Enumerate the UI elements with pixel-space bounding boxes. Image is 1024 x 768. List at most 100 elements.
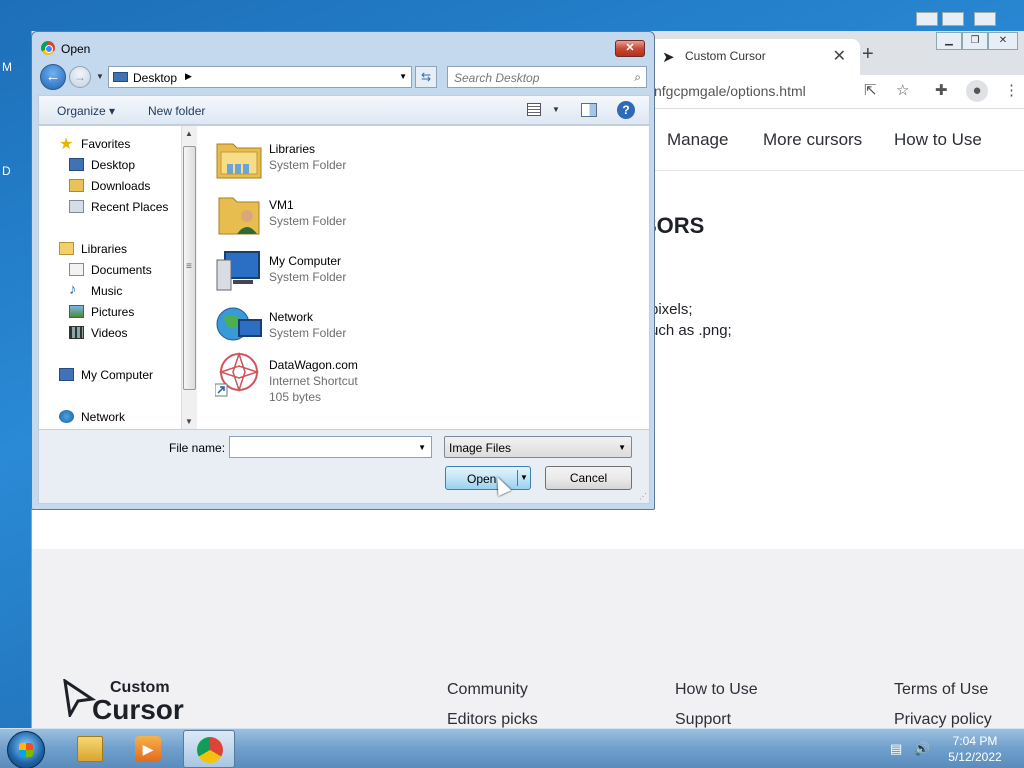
user-folder-icon (218, 197, 260, 235)
tree-label: Favorites (81, 137, 131, 151)
extensions-puzzle-icon[interactable]: ✚ (935, 81, 948, 99)
minimize-button[interactable]: ▁ (936, 32, 962, 50)
tree-label: Videos (91, 326, 128, 340)
organize-menu[interactable]: Organize ▾ (57, 104, 115, 118)
navigation-scrollbar[interactable]: ▲ ≡ ▼ (181, 126, 197, 429)
split-divider (517, 470, 518, 486)
preview-pane-icon[interactable] (581, 103, 597, 117)
file-type-select[interactable]: Image Files ▼ (444, 436, 632, 458)
scroll-up-icon[interactable]: ▲ (185, 129, 193, 138)
instruction-line: uch as .png; (650, 322, 732, 339)
recent-places-icon (69, 200, 84, 213)
dialog-footer: File name: ▼ Image Files ▼ Open ▼ Cancel… (38, 430, 650, 504)
footer-link-terms[interactable]: Terms of Use (894, 681, 988, 699)
taskbar-explorer[interactable] (64, 730, 116, 768)
pictures-icon (69, 305, 84, 318)
navigation-bar: ← → ▼ Desktop ▶ ▼ ⇆ Search Desktop ⌕ (38, 63, 650, 91)
logo-text-bottom: Cursor (92, 694, 184, 725)
new-folder-button[interactable]: New folder (148, 104, 205, 118)
file-name: My Computer (269, 254, 342, 268)
footer-link-support[interactable]: Support (675, 711, 731, 728)
cursor-logo-icon (63, 679, 96, 717)
file-item-datawagon[interactable]: DataWagon.com Internet Shortcut 105 byte… (215, 346, 515, 410)
file-name-dropdown-icon[interactable]: ▼ (418, 443, 426, 452)
command-bar: Organize ▾ New folder ▼ ? (38, 95, 650, 125)
address-bar[interactable]: nfgcpmgale/options.html (654, 83, 806, 99)
star-icon: ★ (59, 136, 74, 153)
help-icon[interactable]: ? (617, 101, 635, 119)
nav-manage[interactable]: Manage (667, 130, 728, 150)
share-icon[interactable]: ⇱ (864, 81, 877, 99)
file-type: System Folder (269, 158, 347, 172)
menu-kebab-icon[interactable]: ⋮ (1004, 81, 1019, 99)
address-dropdown-icon[interactable]: ▼ (399, 72, 407, 81)
taskbar-media-player[interactable]: ▶ (122, 730, 174, 768)
media-player-icon: ▶ (135, 736, 161, 762)
file-name: Libraries (269, 142, 316, 156)
cancel-button[interactable]: Cancel (545, 466, 632, 490)
breadcrumb-desktop[interactable]: Desktop (133, 71, 177, 85)
file-item-my-computer[interactable]: My Computer System Folder (215, 242, 515, 298)
network-icon (59, 410, 74, 423)
nav-how-to-use[interactable]: How to Use (894, 130, 982, 150)
scroll-down-icon[interactable]: ▼ (185, 417, 193, 426)
music-icon: ♪ (69, 281, 77, 298)
forward-button[interactable]: → (69, 66, 91, 88)
desktop-icon (113, 72, 128, 82)
open-options-dropdown-icon[interactable]: ▼ (520, 473, 528, 482)
desktop-icon (69, 158, 84, 171)
profile-avatar-icon[interactable]: ● (966, 80, 988, 102)
computer-icon (59, 368, 74, 381)
dialog-body: ★ Favorites Desktop Downloads Recent Pla… (38, 125, 650, 430)
view-dropdown-icon[interactable]: ▼ (552, 105, 560, 114)
tab-close-icon[interactable]: ✕ (833, 46, 846, 66)
file-item-vm1[interactable]: VM1 System Folder (215, 186, 515, 242)
start-button[interactable] (7, 731, 45, 768)
open-button[interactable]: Open ▼ (445, 466, 531, 490)
tree-label: Recent Places (91, 200, 169, 214)
new-tab-button[interactable]: + (862, 43, 874, 66)
change-view-icon[interactable] (527, 103, 541, 116)
instruction-line: pixels; (650, 301, 693, 318)
dialog-title: Open (61, 42, 91, 56)
libraries-folder-icon (216, 143, 262, 179)
maximize-button[interactable]: ❐ (962, 32, 988, 50)
network-tray-icon[interactable]: ▤ (890, 741, 902, 757)
file-type: System Folder (269, 214, 347, 228)
search-input[interactable]: Search Desktop ⌕ (447, 66, 647, 88)
volume-icon[interactable]: 🔊 (914, 741, 930, 757)
file-name: DataWagon.com (269, 358, 358, 372)
desktop-edge: M D (0, 0, 31, 728)
footer-link-community[interactable]: Community (447, 681, 528, 699)
site-footer: Custom Cursor Community Editors picks Ho… (32, 549, 1024, 728)
recent-locations-dropdown[interactable]: ▼ (96, 72, 104, 81)
refresh-button[interactable]: ⇆ (415, 66, 437, 88)
footer-link-privacy[interactable]: Privacy policy (894, 711, 992, 728)
tree-label: Downloads (91, 179, 151, 193)
network-globe-icon (216, 307, 262, 341)
nav-more-cursors[interactable]: More cursors (763, 130, 862, 150)
file-type-value: Image Files (449, 441, 512, 455)
address-breadcrumb[interactable]: Desktop ▶ ▼ (108, 66, 412, 88)
footer-link-editors-picks[interactable]: Editors picks (447, 711, 538, 728)
downloads-icon (69, 179, 84, 192)
taskbar-chrome[interactable] (183, 730, 235, 768)
dialog-close-button[interactable]: ✕ (615, 40, 645, 57)
footer-link-how-to-use[interactable]: How to Use (675, 681, 758, 699)
file-list: Libraries System Folder VM1 System Folde… (205, 126, 649, 429)
navigation-pane: ★ Favorites Desktop Downloads Recent Pla… (39, 126, 197, 429)
browser-tab[interactable]: ➤ Custom Cursor ✕ (650, 39, 860, 75)
file-name-input[interactable]: ▼ (229, 436, 432, 458)
cursor-favicon-icon: ➤ (662, 49, 675, 66)
file-type: System Folder (269, 270, 347, 284)
resize-grip-icon[interactable]: ⋰ (639, 492, 647, 501)
clock[interactable]: 7:04 PM 5/12/2022 (945, 733, 1005, 765)
breadcrumb-arrow-icon[interactable]: ▶ (185, 71, 192, 82)
bookmark-star-icon[interactable]: ☆ (896, 81, 909, 99)
open-file-dialog: Open ✕ ← → ▼ Desktop ▶ ▼ ⇆ Search Deskto… (31, 31, 655, 510)
back-button[interactable]: ← (40, 64, 66, 90)
folder-icon (77, 736, 103, 762)
close-window-button[interactable]: ✕ (988, 32, 1018, 50)
file-item-libraries[interactable]: Libraries System Folder (215, 130, 515, 186)
search-icon: ⌕ (634, 70, 641, 84)
